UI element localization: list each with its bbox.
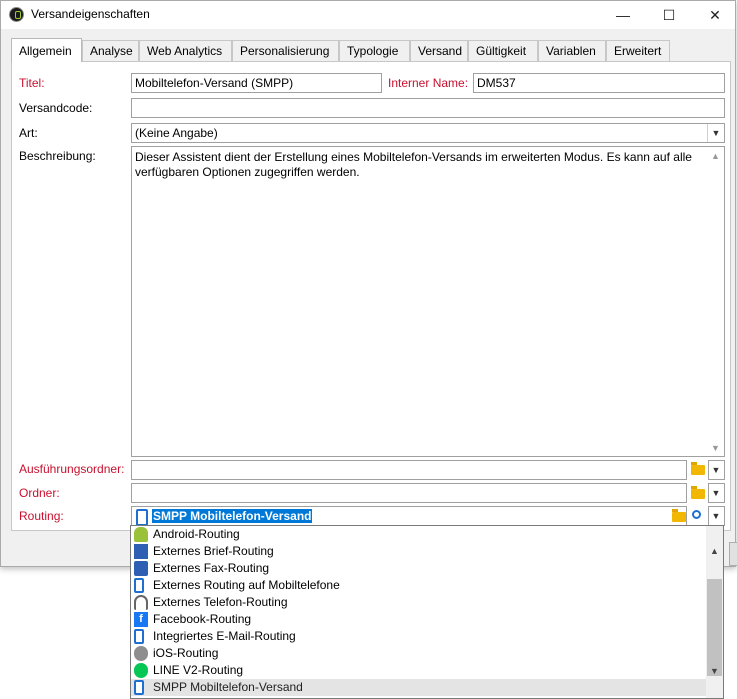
scrollbar-thumb[interactable]	[707, 579, 722, 676]
titel-label: Titel:	[19, 76, 45, 90]
chevron-down-icon[interactable]: ▼	[707, 124, 724, 142]
dialog-button-partial[interactable]	[729, 542, 737, 566]
titel-input[interactable]: Mobiltelefon-Versand (SMPP)	[131, 73, 382, 93]
routing-label: Routing:	[19, 509, 64, 523]
folder-icon[interactable]	[672, 509, 686, 522]
tab-analyse[interactable]: Analyse	[82, 40, 139, 61]
ausfuehrungsordner-input[interactable]	[131, 460, 687, 480]
telephone-icon	[134, 595, 148, 610]
tab-typologie[interactable]: Typologie	[339, 40, 410, 61]
routing-value: SMPP Mobiltelefon-Versand	[152, 509, 313, 523]
chevron-down-icon: ▼	[709, 484, 724, 502]
facebook-icon: f	[134, 612, 148, 627]
list-item[interactable]: f Facebook-Routing	[131, 611, 707, 628]
mobile-phone-icon	[134, 680, 144, 695]
letter-icon	[134, 544, 148, 559]
list-item-label: Externes Telefon-Routing	[153, 595, 288, 609]
ordner-label: Ordner:	[19, 486, 60, 500]
versandcode-label: Versandcode:	[19, 101, 93, 115]
ordner-input[interactable]	[131, 483, 687, 503]
list-item-label: Externes Routing auf Mobiltelefone	[153, 578, 340, 592]
minimize-icon: —	[616, 7, 630, 23]
routing-dropdown-list[interactable]: Android-Routing Externes Brief-Routing E…	[130, 525, 724, 699]
fax-icon	[134, 561, 148, 576]
chevron-down-icon: ▼	[709, 507, 724, 525]
maximize-icon: ☐	[662, 6, 676, 23]
email-icon	[134, 629, 144, 644]
folder-icon[interactable]	[691, 486, 705, 499]
list-item-label: SMPP Mobiltelefon-Versand	[153, 680, 303, 694]
maximize-button[interactable]: ☐	[646, 1, 692, 29]
apple-icon	[134, 646, 148, 661]
list-item-label: Facebook-Routing	[153, 612, 252, 626]
list-item-label: LINE V2-Routing	[153, 663, 244, 677]
close-icon: ✕	[709, 6, 721, 23]
list-item[interactable]: Externes Fax-Routing	[131, 560, 707, 577]
ordner-dropdown-button[interactable]: ▼	[708, 483, 725, 503]
folder-icon[interactable]	[691, 462, 705, 475]
list-item[interactable]: Android-Routing	[131, 526, 707, 543]
textarea-scrollbar[interactable]: ▲ ▼	[708, 147, 724, 456]
list-item-label: Externes Brief-Routing	[153, 544, 274, 558]
art-select[interactable]: (Keine Angabe) ▼	[131, 123, 725, 143]
art-label: Art:	[19, 126, 38, 140]
minimize-button[interactable]: —	[600, 1, 646, 29]
tab-web-analytics[interactable]: Web Analytics	[139, 40, 232, 61]
ausfuehrungsordner-label: Ausführungsordner:	[19, 462, 125, 476]
dropdown-scrollbar[interactable]: ▲ ▼	[706, 526, 723, 698]
list-item-label: Android-Routing	[153, 527, 240, 541]
beschreibung-text: Dieser Assistent dient der Erstellung ei…	[135, 150, 692, 179]
tab-gueltigkeit[interactable]: Gültigkeit	[468, 40, 538, 61]
tab-versand[interactable]: Versand	[410, 40, 468, 61]
close-button[interactable]: ✕	[692, 1, 737, 29]
scroll-down-icon[interactable]: ▼	[710, 666, 719, 676]
art-value: (Keine Angabe)	[135, 126, 218, 140]
line-icon	[134, 663, 148, 678]
list-item-label: iOS-Routing	[153, 646, 219, 660]
tab-personalisierung[interactable]: Personalisierung	[232, 40, 339, 61]
beschreibung-label: Beschreibung:	[19, 149, 96, 163]
mobile-phone-icon	[136, 509, 148, 525]
tab-allgemein[interactable]: Allgemein	[11, 38, 82, 62]
list-item-label: Externes Fax-Routing	[153, 561, 270, 575]
tab-erweitert[interactable]: Erweitert	[606, 40, 670, 61]
list-item-selected[interactable]: SMPP Mobiltelefon-Versand	[131, 679, 707, 696]
search-icon[interactable]	[692, 510, 701, 519]
scroll-up-icon[interactable]: ▲	[711, 149, 720, 164]
title-bar: Versandeigenschaften — ☐ ✕	[1, 1, 735, 29]
list-item[interactable]: Externes Brief-Routing	[131, 543, 707, 560]
scroll-up-icon[interactable]: ▲	[710, 546, 719, 556]
tab-variablen[interactable]: Variablen	[538, 40, 606, 61]
app-icon	[9, 7, 24, 22]
list-item[interactable]: iOS-Routing	[131, 645, 707, 662]
list-item[interactable]: LINE V2-Routing	[131, 662, 707, 679]
list-item[interactable]: Externes Routing auf Mobiltelefone	[131, 577, 707, 594]
routing-input[interactable]: SMPP Mobiltelefon-Versand	[131, 506, 687, 526]
ausfuehrungsordner-dropdown-button[interactable]: ▼	[708, 460, 725, 480]
list-item-label: Integriertes E-Mail-Routing	[153, 629, 296, 643]
window-title: Versandeigenschaften	[31, 7, 150, 21]
list-item[interactable]: Integriertes E-Mail-Routing	[131, 628, 707, 645]
routing-dropdown-button[interactable]: ▼	[708, 506, 725, 526]
versandcode-input[interactable]	[131, 98, 725, 118]
mobile-phone-icon	[134, 578, 144, 593]
android-icon	[134, 527, 148, 542]
scroll-down-icon[interactable]: ▼	[711, 441, 720, 456]
dialog-window: Versandeigenschaften — ☐ ✕ Allgemein Ana…	[0, 0, 737, 567]
chevron-down-icon: ▼	[709, 461, 724, 479]
interner-name-input[interactable]: DM537	[473, 73, 725, 93]
interner-name-label: Interner Name:	[388, 76, 469, 90]
list-item[interactable]: Externes Telefon-Routing	[131, 594, 707, 611]
beschreibung-textarea[interactable]: Dieser Assistent dient der Erstellung ei…	[131, 146, 725, 457]
